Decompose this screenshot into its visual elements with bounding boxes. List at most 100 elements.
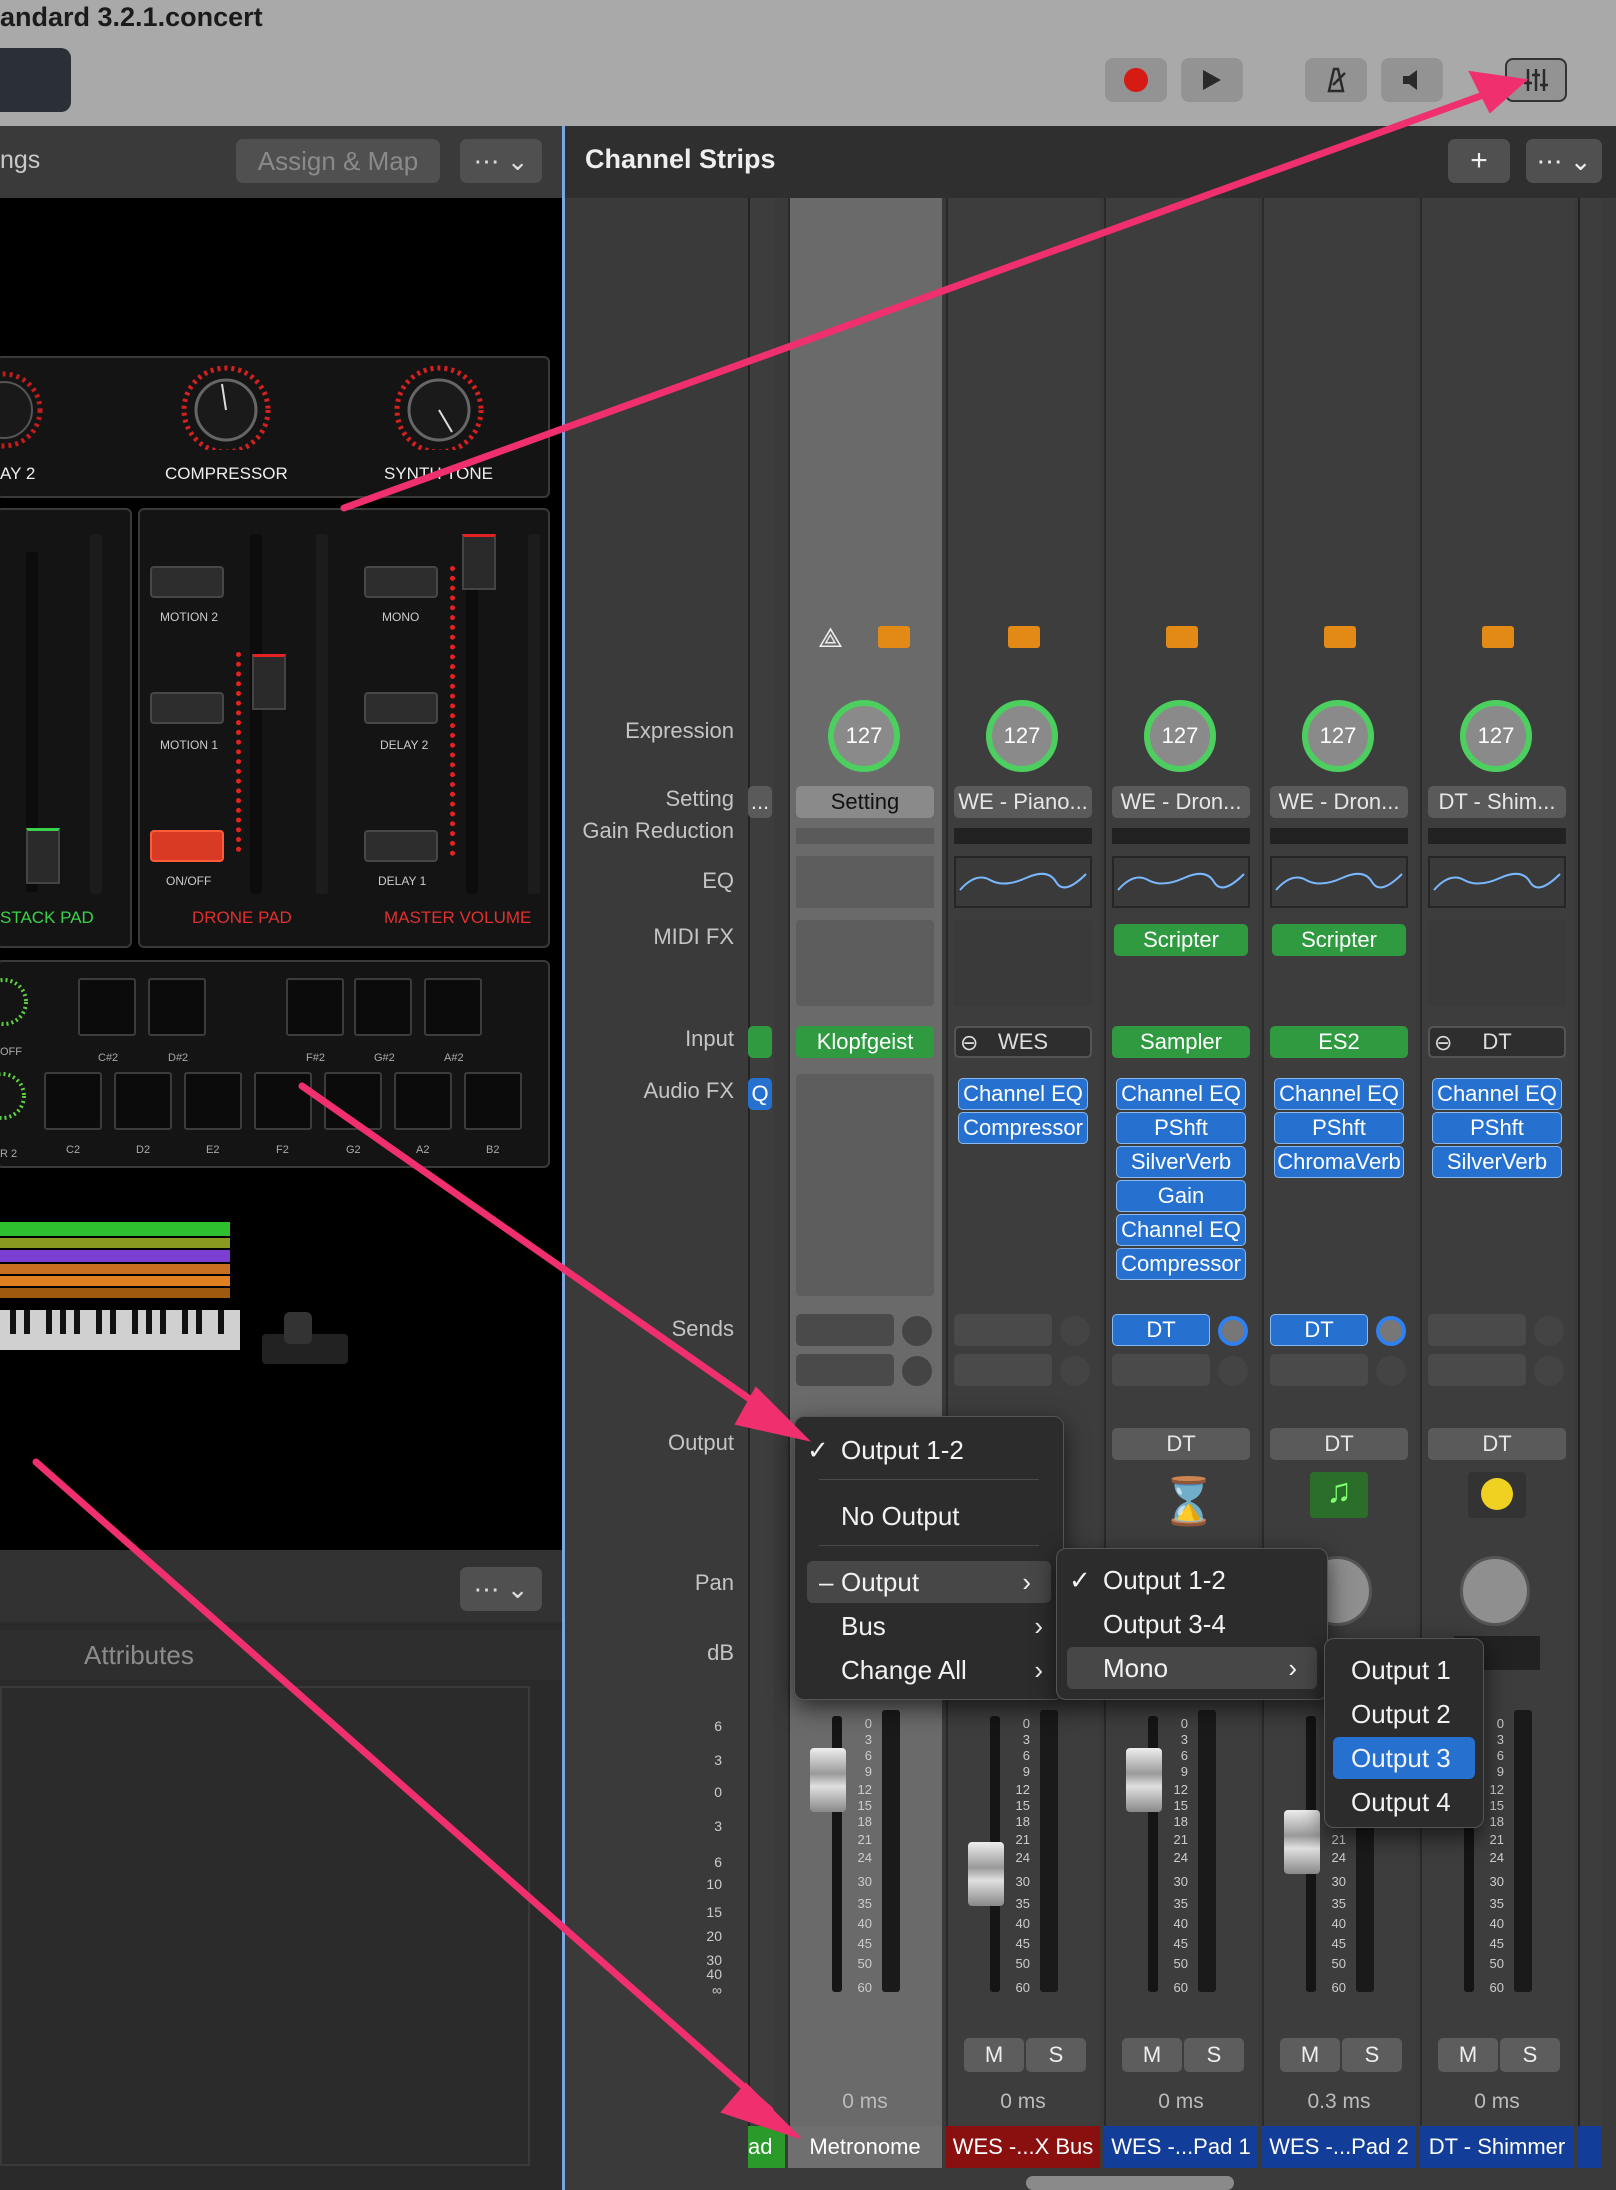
delay2-button[interactable] <box>364 692 438 724</box>
record-button[interactable] <box>1105 58 1167 102</box>
volume-fader-cap[interactable] <box>1126 1748 1162 1812</box>
delay1-button[interactable] <box>364 830 438 862</box>
input-slot[interactable]: ES2 <box>1270 1026 1408 1058</box>
setting-button[interactable]: DT - Shim... <box>1428 786 1566 818</box>
pad-f2[interactable] <box>254 1072 312 1130</box>
attributes-tab[interactable]: Attributes <box>84 1640 194 1671</box>
menu-item-no-output[interactable]: No Output <box>795 1495 1063 1537</box>
midi-fx-slot[interactable]: Scripter <box>1114 924 1248 956</box>
send-level-knob[interactable] <box>1534 1356 1564 1386</box>
track-name[interactable]: WES -...Pad 2 <box>1262 2126 1416 2168</box>
add-strip-button[interactable]: + <box>1448 139 1510 183</box>
send-level-knob[interactable] <box>1218 1316 1248 1346</box>
drone-pad-fader[interactable] <box>250 534 262 894</box>
pad-c2[interactable] <box>44 1072 102 1130</box>
pad-g2[interactable] <box>324 1072 382 1130</box>
send-slot[interactable]: DT <box>1270 1314 1368 1346</box>
eq-thumbnail[interactable] <box>1112 856 1250 908</box>
solo-button[interactable]: S <box>1342 2038 1402 2072</box>
audio-fx-slot[interactable]: Channel EQ <box>1116 1214 1246 1246</box>
submenu-item-output-1-2[interactable]: ✓ Output 1-2 <box>1057 1559 1327 1601</box>
menu-item-change-all[interactable]: Change All › <box>795 1649 1063 1691</box>
track-name[interactable]: WES -...X Bus <box>946 2126 1100 2168</box>
submenu-item-output-3-4[interactable]: Output 3-4 <box>1057 1603 1327 1645</box>
speaker-button[interactable] <box>1381 58 1443 102</box>
menu-item-bus[interactable]: Bus › <box>795 1605 1063 1647</box>
mono-item-output-1[interactable]: Output 1 <box>1325 1649 1483 1691</box>
horizontal-scrollbar[interactable] <box>1026 2176 1234 2190</box>
audio-fx-slot[interactable]: SilverVerb <box>1116 1146 1246 1178</box>
send-slot-empty[interactable] <box>954 1354 1052 1386</box>
audio-fx-slot[interactable]: Gain <box>1116 1180 1246 1212</box>
pad-g-sharp-2[interactable] <box>354 978 412 1036</box>
input-slot[interactable]: Sampler <box>1112 1026 1250 1058</box>
mute-button[interactable]: M <box>964 2038 1024 2072</box>
input-slot[interactable]: Klopfgeist <box>796 1026 934 1058</box>
setting-button[interactable]: Setting <box>796 786 934 818</box>
audio-fx-slot[interactable]: ChromaVerb <box>1274 1146 1404 1178</box>
motion1-button[interactable] <box>150 692 224 724</box>
mono-button[interactable] <box>364 566 438 598</box>
audio-fx-slot[interactable]: PShft <box>1116 1112 1246 1144</box>
pad-a-sharp-2[interactable] <box>424 978 482 1036</box>
expression-knob[interactable]: 127 <box>1144 700 1216 772</box>
mixer-button[interactable] <box>1505 58 1567 102</box>
send-level-knob[interactable] <box>1060 1316 1090 1346</box>
volume-fader-cap[interactable] <box>968 1842 1004 1906</box>
drone-pad-fader-cap[interactable] <box>252 654 286 710</box>
send-slot[interactable]: DT <box>1112 1314 1210 1346</box>
solo-button[interactable]: S <box>1184 2038 1244 2072</box>
expression-knob[interactable]: 127 <box>986 700 1058 772</box>
send-level-knob[interactable] <box>1534 1316 1564 1346</box>
audio-fx-slot[interactable]: Channel EQ <box>958 1078 1088 1110</box>
send-level-knob[interactable] <box>1060 1356 1090 1386</box>
pad-b2[interactable] <box>464 1072 522 1130</box>
pad-c-sharp-2[interactable] <box>78 978 136 1036</box>
track-name[interactable]: Metronome <box>788 2126 942 2168</box>
midi-fx-slot[interactable]: Scripter <box>1272 924 1406 956</box>
stack-pad-fader-cap[interactable] <box>26 828 60 884</box>
pad-f-sharp-2[interactable] <box>286 978 344 1036</box>
setting-button[interactable]: WE - Piano... <box>954 786 1092 818</box>
send-level-knob[interactable] <box>1218 1356 1248 1386</box>
pad-d-sharp-2[interactable] <box>148 978 206 1036</box>
eq-thumbnail[interactable] <box>796 856 934 908</box>
motion2-button[interactable] <box>150 566 224 598</box>
audio-fx-slot[interactable]: Channel EQ <box>1432 1078 1562 1110</box>
volume-fader-cap[interactable] <box>810 1748 846 1812</box>
inspector-more-button[interactable]: ⋯ ⌄ <box>460 1567 542 1611</box>
eq-thumbnail[interactable] <box>1270 856 1408 908</box>
partial-setting[interactable]: ... <box>748 786 772 818</box>
pan-knob[interactable] <box>1460 1556 1530 1626</box>
toolbar-segment[interactable] <box>0 48 71 112</box>
mono-item-output-3[interactable]: Output 3 <box>1333 1737 1475 1779</box>
send-slot-empty[interactable] <box>796 1314 894 1346</box>
send-level-knob[interactable] <box>1376 1356 1406 1386</box>
audio-fx-slot[interactable]: Compressor <box>958 1112 1088 1144</box>
more-options-button[interactable]: ⋯ ⌄ <box>460 139 542 183</box>
track-name[interactable]: DT - Shimmer <box>1420 2126 1574 2168</box>
audio-fx-slot[interactable]: Channel EQ <box>1274 1078 1404 1110</box>
audio-fx-slot[interactable]: Compressor <box>1116 1248 1246 1280</box>
send-level-knob[interactable] <box>1376 1316 1406 1346</box>
menu-item-output-1-2[interactable]: ✓ Output 1-2 <box>795 1429 1063 1471</box>
send-level-knob[interactable] <box>902 1316 932 1346</box>
send-slot-empty[interactable] <box>1270 1354 1368 1386</box>
volume-fader-cap[interactable] <box>1284 1810 1320 1874</box>
mute-button[interactable]: M <box>1280 2038 1340 2072</box>
pad-e2[interactable] <box>184 1072 242 1130</box>
solo-button[interactable]: S <box>1500 2038 1560 2072</box>
eq-thumbnail[interactable] <box>1428 856 1566 908</box>
solo-button[interactable]: S <box>1026 2038 1086 2072</box>
metronome-button[interactable] <box>1305 58 1367 102</box>
mute-button[interactable]: M <box>1122 2038 1182 2072</box>
assign-map-button[interactable]: Assign & Map <box>236 139 440 183</box>
send-slot-empty[interactable] <box>796 1354 894 1386</box>
output-slot[interactable]: DT <box>1270 1428 1408 1460</box>
expression-knob[interactable]: 127 <box>1460 700 1532 772</box>
mono-item-output-4[interactable]: Output 4 <box>1325 1781 1483 1823</box>
setting-button[interactable]: WE - Dron... <box>1112 786 1250 818</box>
partial-strip-right-name[interactable] <box>1578 2126 1602 2168</box>
partial-input[interactable] <box>748 1026 772 1058</box>
output-slot[interactable]: DT <box>1428 1428 1566 1460</box>
